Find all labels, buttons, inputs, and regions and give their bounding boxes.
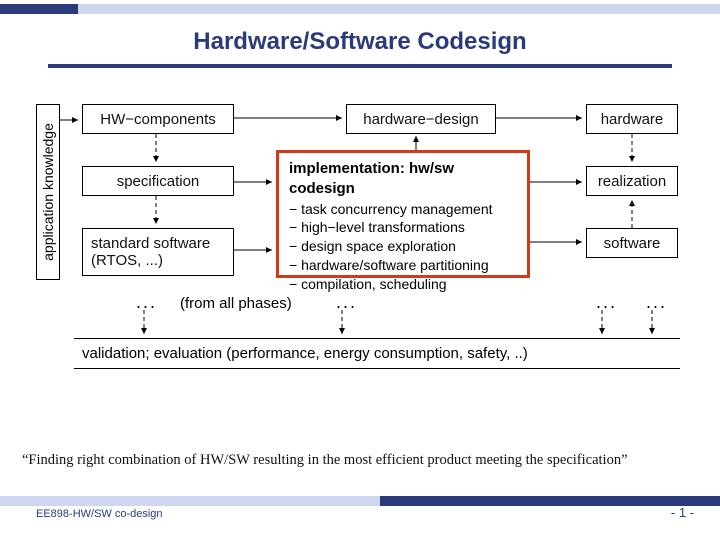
box-specification-label: specification [117,173,200,190]
slide-caption: “Finding right combination of HW/SW resu… [22,452,702,469]
ellipsis-icon: ... [336,292,357,313]
impl-header: implementation: hw/sw codesign [289,160,454,197]
top-accent-dark [0,4,78,14]
impl-item: − design space exploration [289,237,517,256]
impl-item: − compilation, scheduling [289,275,517,294]
impl-item: − hardware/software partitioning [289,256,517,275]
ellipsis-icon: ... [596,292,617,313]
box-implementation: implementation: hw/sw codesign − task co… [276,150,530,278]
footer-accent-bar [0,496,720,506]
box-hardware: hardware [586,104,678,134]
flow-from-all-phases: (from all phases) [180,295,292,312]
title-underline [48,64,672,68]
box-hardware-label: hardware [601,111,664,128]
box-validation-label: validation; evaluation (performance, ene… [82,345,528,362]
footer-accent-dark [380,496,720,506]
box-validation: validation; evaluation (performance, ene… [74,338,680,369]
diagram: application knowledge HW−components spec… [36,100,684,420]
footer-accent-light [0,496,380,506]
footer-course-code: EE898-HW/SW co-design [36,508,163,520]
impl-item: − task concurrency management [289,200,517,219]
impl-item: − high−level transformations [289,218,517,237]
box-realization-label: realization [598,173,666,190]
box-realization: realization [586,166,678,196]
sidebar-app-knowledge-label: application knowledge [40,123,56,261]
box-specification: specification [82,166,234,196]
box-hardware-design-label: hardware−design [363,111,479,128]
box-standard-software-label: standard software (RTOS, ...) [91,235,225,269]
slide-title: Hardware/Software Codesign [0,28,720,56]
box-software-label: software [604,235,661,252]
sidebar-app-knowledge: application knowledge [36,104,60,280]
ellipsis-icon: ... [136,292,157,313]
box-hw-components: HW−components [82,104,234,134]
box-hardware-design: hardware−design [346,104,496,134]
footer-page-number: - 1 - [671,505,694,520]
box-hw-components-label: HW−components [100,111,215,128]
top-accent-light [78,4,720,14]
ellipsis-icon: ... [646,292,667,313]
box-standard-software: standard software (RTOS, ...) [82,228,234,276]
top-accent-bar [0,4,720,14]
box-software: software [586,228,678,258]
